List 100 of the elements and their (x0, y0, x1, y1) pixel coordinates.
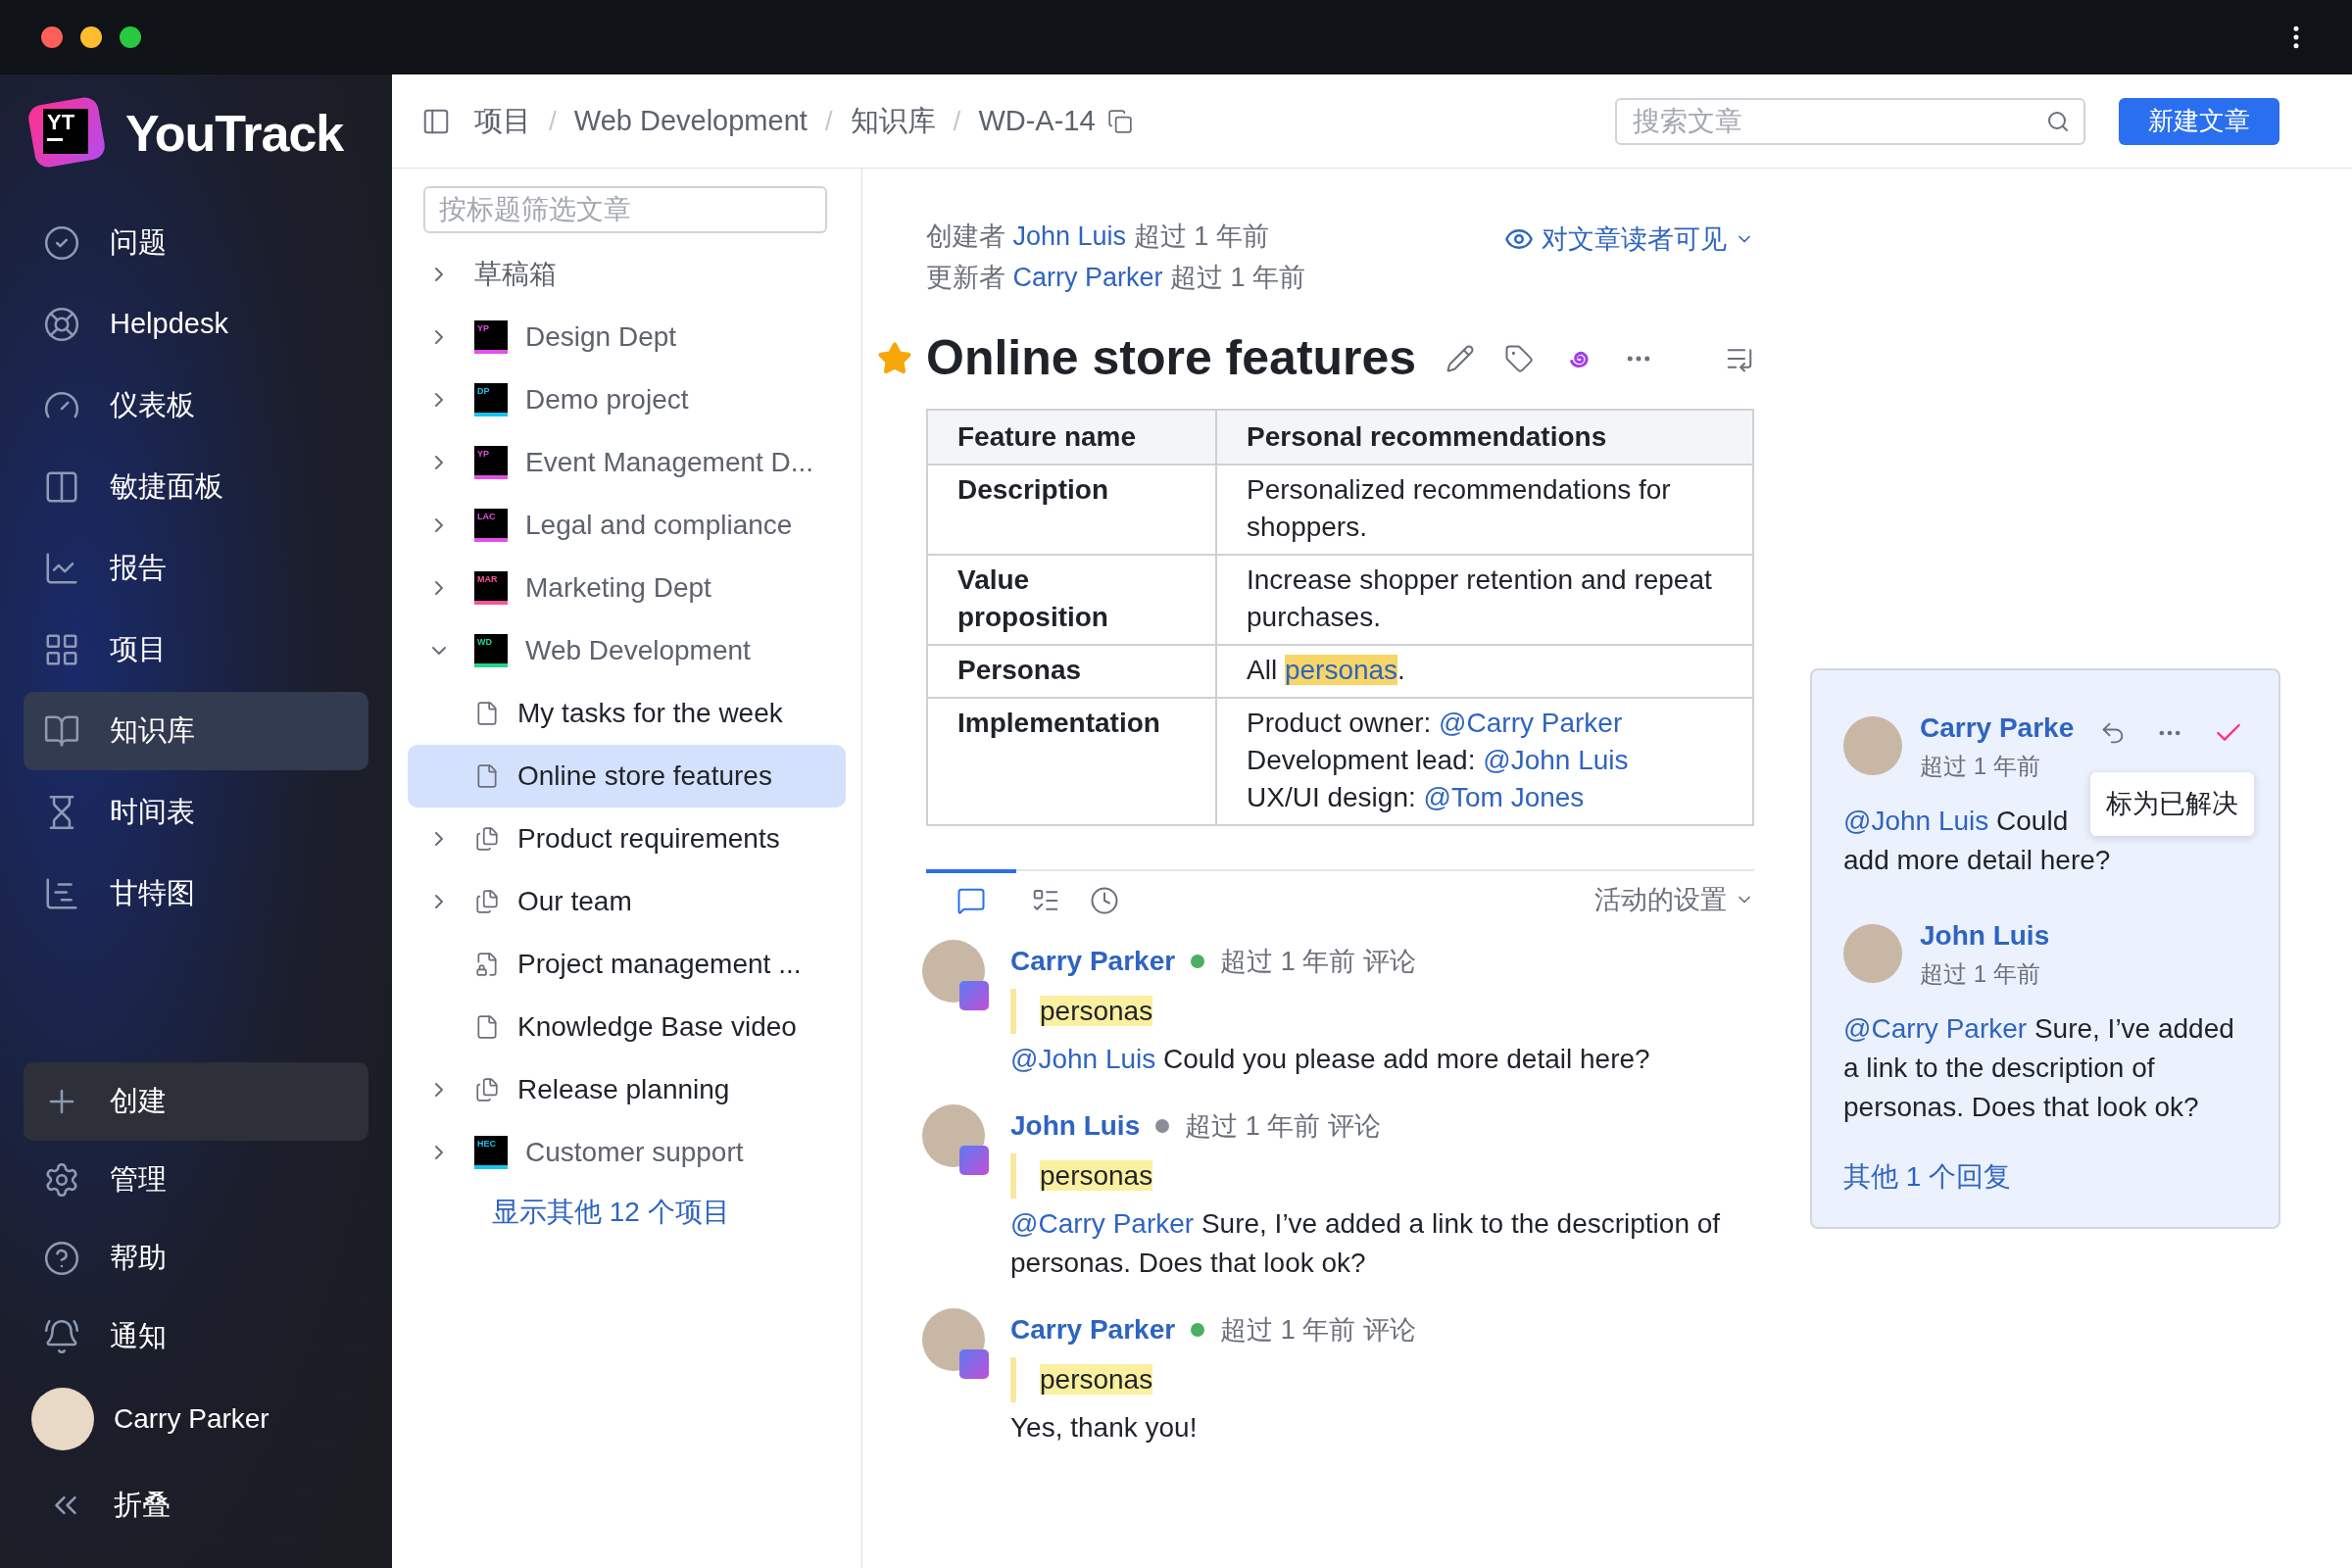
breadcrumb-link[interactable]: WD-A-14 (978, 99, 1096, 143)
copy-icon[interactable] (1106, 108, 1133, 134)
quoted-text: personas (1040, 1160, 1153, 1191)
maximize-window-icon[interactable] (120, 26, 141, 48)
nav-item[interactable]: 仪表板 (24, 367, 368, 445)
locked-document-icon (474, 952, 500, 977)
search-field[interactable]: 搜索文章 (1615, 97, 2085, 145)
search-icon (2046, 109, 2070, 133)
author-link[interactable]: Carry Parker (1012, 263, 1163, 292)
article-meta: 更新者 Carry Parker 超过 1 年前 (926, 262, 1307, 294)
user-profile[interactable]: Carry Parker (24, 1376, 368, 1462)
mention-link[interactable]: @Tom Jones (1423, 782, 1585, 812)
mention-link[interactable]: @John Luis (1843, 806, 1989, 836)
tree-item[interactable]: WD Web Development (408, 619, 846, 682)
help-icon (43, 1240, 80, 1277)
highlighted-link[interactable]: personas (1284, 655, 1398, 685)
project-badge: YP (474, 446, 508, 479)
tree-item[interactable]: LAC Legal and compliance (408, 494, 846, 557)
tree-item[interactable]: My tasks for the week (408, 682, 846, 745)
article-title: Online store features (926, 329, 1417, 387)
nav-item[interactable]: 敏捷面板 (24, 448, 368, 526)
app-badge-icon (959, 1146, 989, 1175)
tree-item[interactable]: Project management ... (408, 933, 846, 996)
comment-author[interactable]: John Luis (1920, 915, 2050, 956)
project-badge: YP (474, 320, 508, 354)
author-link[interactable]: John Luis (1012, 221, 1127, 251)
comment-icon (956, 886, 986, 915)
close-window-icon[interactable] (41, 26, 63, 48)
comment-time: 超过 1 年前 评论 (1220, 945, 1416, 978)
documents-icon (474, 1077, 500, 1102)
tree-item[interactable]: YP Design Dept (408, 306, 846, 368)
clock-icon (1090, 886, 1119, 915)
document-icon (474, 1014, 500, 1040)
breadcrumb-separator: / (953, 104, 961, 138)
nav-item[interactable]: 报告 (24, 529, 368, 608)
new-article-button[interactable]: 新建文章 (2119, 97, 2279, 145)
show-more-link[interactable]: 显示其他 12 个项目 (492, 1192, 730, 1233)
visibility-button[interactable]: 对文章读者可见 (1504, 220, 1754, 260)
tree-item[interactable]: MAR Marketing Dept (408, 557, 846, 619)
table-header: Personal recommendations (1216, 410, 1753, 465)
tooltip: 标为已解决 (2090, 772, 2254, 836)
nav-item[interactable]: Helpdesk (24, 285, 368, 364)
mention-link[interactable]: @Carry Parker (1439, 708, 1623, 738)
tree-item[interactable]: HEC Customer support (408, 1121, 846, 1184)
nav-item[interactable]: 项目 (24, 611, 368, 689)
nav-item[interactable]: 甘特图 (24, 855, 368, 933)
app-badge-icon (959, 981, 989, 1010)
tree-item[interactable]: DP Demo project (408, 368, 846, 431)
comment-time: 超过 1 年前 (1920, 959, 2041, 989)
comment-author[interactable]: Carry Parke (1920, 708, 2075, 749)
nav-item[interactable]: 问题 (24, 204, 368, 282)
mention-link[interactable]: @John Luis (1010, 1044, 1156, 1074)
comment-text: @John Luis Could (1843, 805, 2069, 838)
mention-link[interactable]: @Carry Parker (1843, 1013, 2028, 1044)
nav-item[interactable]: 管理 (24, 1141, 368, 1219)
project-badge: DP (474, 383, 508, 416)
filter-field[interactable]: 按标题筛选文章 (423, 186, 827, 233)
table-cell: Personalized recommendations for shoppers. (1216, 465, 1753, 555)
app-badge-icon (959, 1349, 989, 1379)
tree-item[interactable]: YP Event Management D... (408, 431, 846, 494)
mention-link[interactable]: @Carry Parker (1010, 1208, 1195, 1239)
tree-item[interactable]: Release planning (408, 1058, 846, 1121)
tree-item[interactable]: Product requirements (408, 808, 846, 870)
more-replies-link[interactable]: 其他 1 个回复 (1843, 1156, 2247, 1198)
mention-link[interactable]: @John Luis (1483, 745, 1629, 775)
documents-icon (474, 826, 500, 852)
create-button[interactable]: 创建 (24, 1062, 368, 1141)
project-badge: LAC (474, 509, 508, 542)
comment-author[interactable]: Carry Parker (1010, 941, 1176, 982)
document-icon (474, 763, 500, 789)
collapse-button[interactable]: 折叠 (24, 1462, 368, 1548)
tree-item[interactable]: Knowledge Base video (408, 996, 846, 1058)
project-badge: WD (474, 634, 508, 667)
breadcrumb-separator: / (824, 104, 833, 138)
comment-author[interactable]: John Luis (1010, 1105, 1141, 1147)
tree-item[interactable]: Online store features (408, 745, 846, 808)
breadcrumb-link[interactable]: 项目 (474, 99, 531, 143)
project-badge: HEC (474, 1136, 508, 1169)
breadcrumb-separator: / (549, 104, 557, 138)
quoted-text: personas (1040, 1364, 1153, 1395)
nav-item[interactable]: 帮助 (24, 1219, 368, 1298)
table-cell: All personas. (1216, 645, 1753, 698)
tag-icon[interactable] (1504, 343, 1535, 373)
nav-item[interactable]: 通知 (24, 1298, 368, 1376)
comment-time: 超过 1 年前 (1920, 752, 2041, 781)
avatar (1843, 716, 1902, 775)
comment-author[interactable]: Carry Parker (1010, 1309, 1176, 1350)
tree-item[interactable]: 草稿箱 (408, 243, 846, 306)
tree-item[interactable]: Our team (408, 870, 846, 933)
nav-item[interactable]: 时间表 (24, 773, 368, 852)
table-cell: Description (927, 465, 1216, 555)
comment-text: @Carry Parker Sure, I’ve added a link to the description of personas. Does that look ok? (1010, 1207, 1722, 1280)
breadcrumb-link[interactable]: 知识库 (850, 99, 936, 143)
pencil-icon[interactable] (1446, 343, 1476, 373)
quoted-text: personas (1040, 996, 1153, 1026)
breadcrumb-link[interactable]: Web Development (573, 99, 808, 143)
nav-item[interactable]: 知识库 (24, 692, 368, 770)
star-icon[interactable] (877, 340, 912, 376)
minimize-window-icon[interactable] (80, 26, 102, 48)
activity-settings-button[interactable]: 活动的设置 (1594, 879, 1754, 920)
